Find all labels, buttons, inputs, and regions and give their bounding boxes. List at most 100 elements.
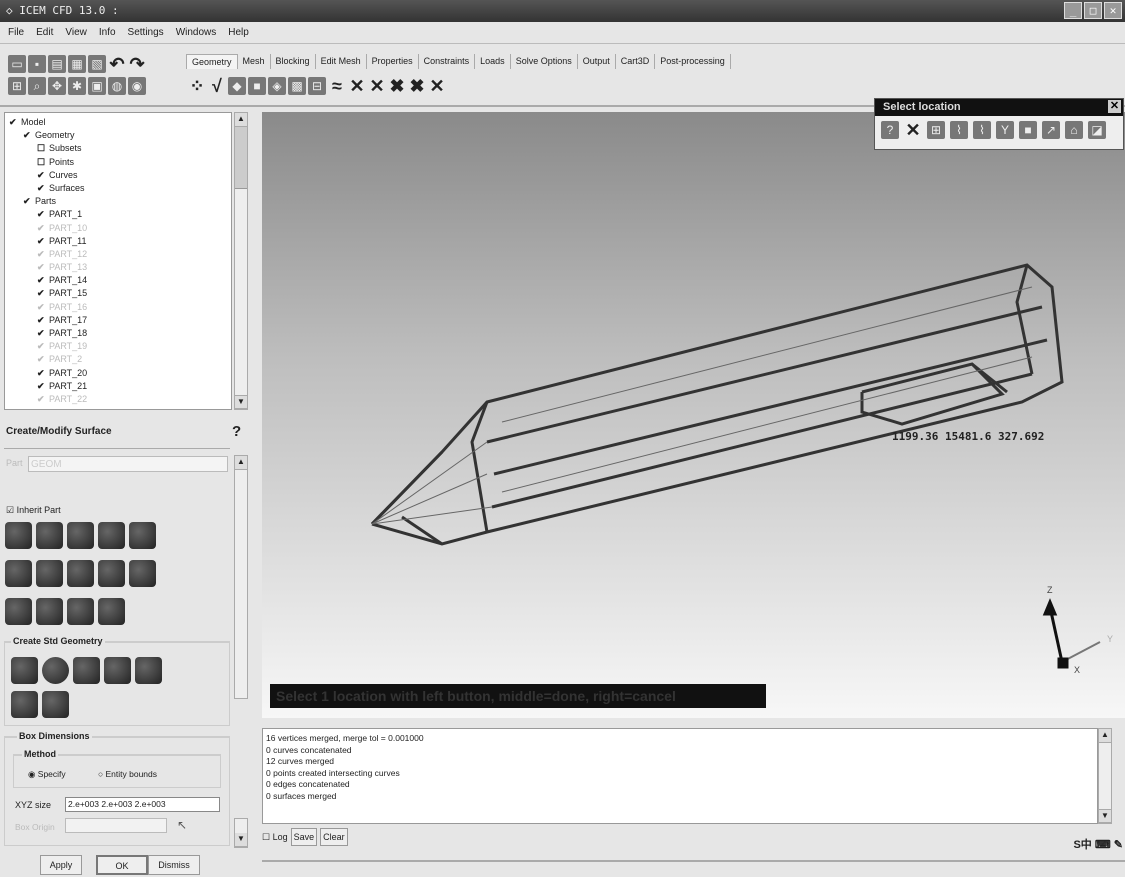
screen-select-icon[interactable]: ⊞ (927, 121, 945, 139)
tab-post-processing[interactable]: Post-processing (655, 54, 731, 69)
render-icon[interactable]: ◍ (108, 77, 126, 95)
shade-icon[interactable]: ◉ (128, 77, 146, 95)
select-xyz-icon[interactable]: ↗ (1042, 121, 1060, 139)
edit-curve-icon[interactable]: ≈ (328, 77, 346, 95)
checked-icon[interactable]: ✔ (37, 235, 49, 248)
delete-any-icon[interactable]: ✕ (428, 77, 446, 95)
box-icon[interactable] (11, 657, 38, 684)
checked-icon[interactable]: ✔ (37, 380, 49, 393)
export-icon[interactable]: ▧ (88, 55, 106, 73)
curve-driven-icon[interactable] (36, 522, 63, 549)
delete-surface-icon[interactable]: ✖ (388, 77, 406, 95)
tree-item[interactable]: ✔ Model (5, 116, 231, 129)
fit-icon[interactable]: ⊞ (8, 77, 26, 95)
tree-item[interactable]: ✔ PART_22 (5, 393, 231, 406)
tree-item[interactable]: ✔ PART_21 (5, 380, 231, 393)
part-field[interactable]: GEOM (28, 456, 228, 472)
measure-icon[interactable]: ✥ (48, 77, 66, 95)
tree-item[interactable]: ✔ PART_12 (5, 248, 231, 261)
tree-item[interactable]: ✔ Geometry (5, 129, 231, 142)
select-node-icon[interactable]: ⌂ (1065, 121, 1083, 139)
faceted-icon[interactable]: ◈ (268, 77, 286, 95)
select-vertex-icon[interactable]: Y (996, 121, 1014, 139)
checked-icon[interactable]: ✔ (37, 274, 49, 287)
delete-body-icon[interactable]: ✖ (408, 77, 426, 95)
checked-icon[interactable]: ✔ (37, 248, 49, 261)
tree-item[interactable]: ✔ PART_18 (5, 327, 231, 340)
segment-surface-icon[interactable] (67, 560, 94, 587)
tab-properties[interactable]: Properties (367, 54, 419, 69)
tree-item[interactable]: ✔ PART_19 (5, 340, 231, 353)
tab-blocking[interactable]: Blocking (271, 54, 316, 69)
surface-of-revolution-icon[interactable] (98, 522, 125, 549)
undo-icon[interactable]: ↶ (108, 55, 126, 73)
tree-item[interactable]: ✔ PART_13 (5, 261, 231, 274)
tree-item[interactable]: ☐ Points (5, 156, 231, 169)
surface-from-curves-icon[interactable] (5, 522, 32, 549)
select-surface-icon[interactable]: ■ (1019, 121, 1037, 139)
tree-item[interactable]: ✔ Parts (5, 195, 231, 208)
tree-item[interactable]: ✔ PART_17 (5, 314, 231, 327)
create-point-icon[interactable]: ⁘ (188, 77, 206, 95)
standard-shapes-icon[interactable] (98, 598, 125, 625)
clear-log-button[interactable]: Clear (320, 828, 348, 846)
disk-icon[interactable] (135, 657, 162, 684)
save-as-icon[interactable]: ▤ (48, 55, 66, 73)
tab-constraints[interactable]: Constraints (419, 54, 476, 69)
merge-surface-icon[interactable] (129, 560, 156, 587)
menu-help[interactable]: Help (228, 27, 249, 38)
checked-icon[interactable]: ✔ (9, 116, 21, 129)
tab-cart3d[interactable]: Cart3D (616, 54, 656, 69)
transform-geometry-icon[interactable]: ⊟ (308, 77, 326, 95)
checked-icon[interactable]: ✔ (37, 208, 49, 221)
checked-icon[interactable]: ✔ (37, 261, 49, 274)
tree-scrollbar[interactable]: ▲ ▼ (234, 112, 248, 410)
close-icon[interactable]: ✕ (1108, 100, 1121, 113)
checked-icon[interactable]: ✔ (37, 314, 49, 327)
panel-scrollbar[interactable]: ▲ (234, 455, 248, 699)
create-body-icon[interactable]: ■ (248, 77, 266, 95)
tree-item[interactable]: ✔ PART_1 (5, 208, 231, 221)
checked-icon[interactable]: ✔ (23, 129, 35, 142)
tab-solve-options[interactable]: Solve Options (511, 54, 578, 69)
specify-radio[interactable]: ◉ Specify (28, 769, 66, 780)
close-button[interactable]: ✕ (1104, 2, 1122, 19)
menu-file[interactable]: File (8, 27, 24, 38)
log-checkbox[interactable]: ☐ Log (262, 832, 288, 843)
transform-icon[interactable]: ✱ (68, 77, 86, 95)
select-cursor-icon[interactable]: ↖ (177, 818, 187, 832)
dismiss-button[interactable]: Dismiss (148, 855, 200, 875)
repair-geometry-icon[interactable]: ▩ (288, 77, 306, 95)
inherit-part-checkbox[interactable]: ☑ Inherit Part (6, 505, 61, 516)
select-point-icon[interactable]: ⌇ (950, 121, 968, 139)
menu-view[interactable]: View (65, 27, 87, 38)
message-scrollbar[interactable]: ▲ ▼ (1098, 728, 1112, 824)
save-log-button[interactable]: Save (290, 828, 318, 846)
tree-item[interactable]: ✔ PART_15 (5, 287, 231, 300)
ellipse-icon[interactable] (11, 691, 38, 718)
unchecked-icon[interactable]: ☐ (37, 156, 49, 169)
tree-item[interactable]: ✔ PART_11 (5, 235, 231, 248)
tab-geometry[interactable]: Geometry (186, 54, 238, 69)
tree-item[interactable]: ✔ Curves (5, 169, 231, 182)
delete-curve-icon[interactable]: ✕ (368, 77, 386, 95)
minimize-button[interactable]: _ (1064, 2, 1082, 19)
checked-icon[interactable]: ✔ (23, 195, 35, 208)
trim-box-icon[interactable] (42, 691, 69, 718)
help-icon[interactable]: ? (232, 423, 241, 440)
tab-loads[interactable]: Loads (475, 54, 511, 69)
entity-bounds-radio[interactable]: ○ Entity bounds (98, 769, 157, 779)
tree-item[interactable]: ✔ PART_20 (5, 367, 231, 380)
delete-point-icon[interactable]: ✕ (348, 77, 366, 95)
cancel-select-icon[interactable]: ✕ (904, 121, 922, 139)
zoom-icon[interactable]: ⌕ (28, 77, 46, 95)
import-icon[interactable]: ▦ (68, 55, 86, 73)
tab-edit-mesh[interactable]: Edit Mesh (316, 54, 367, 69)
midsurface-icon[interactable] (36, 560, 63, 587)
unchecked-icon[interactable]: ☐ (37, 142, 49, 155)
checked-icon[interactable]: ✔ (37, 353, 49, 366)
tree-item[interactable]: ✔ PART_2 (5, 353, 231, 366)
menu-edit[interactable]: Edit (36, 27, 53, 38)
checked-icon[interactable]: ✔ (37, 222, 49, 235)
tab-output[interactable]: Output (578, 54, 616, 69)
